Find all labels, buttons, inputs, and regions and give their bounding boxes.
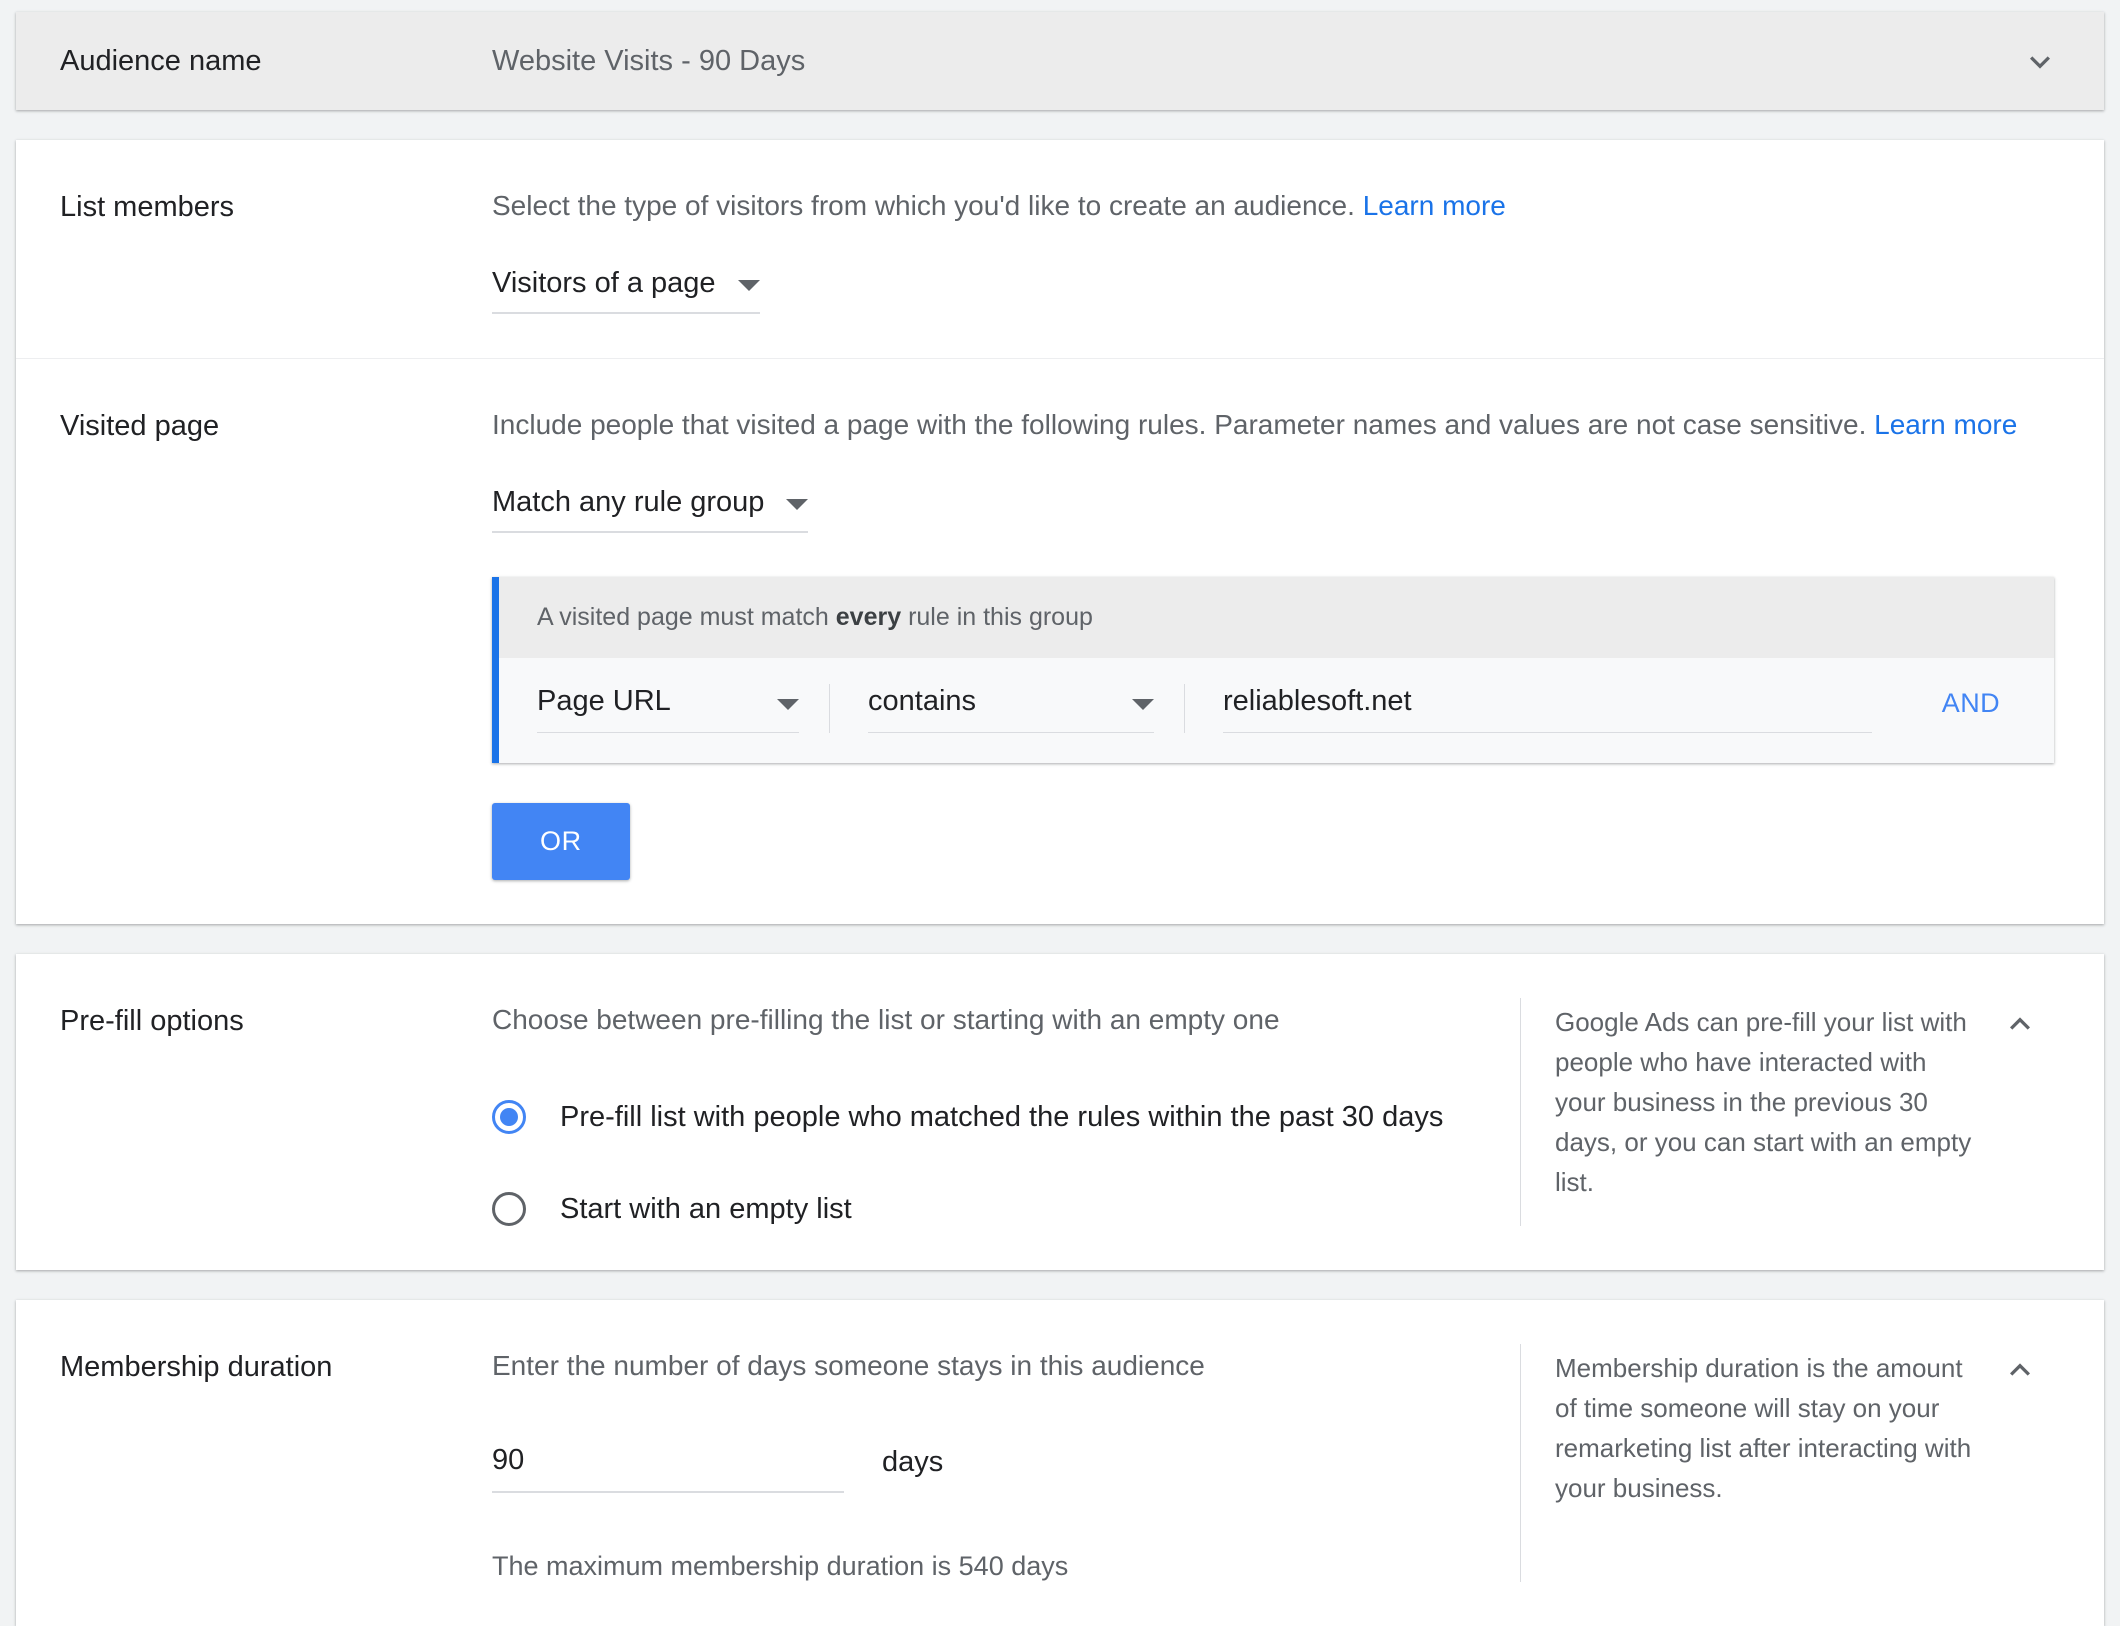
list-members-description: Select the type of visitors from which y… <box>492 184 2060 228</box>
membership-duration-field[interactable] <box>492 1444 844 1493</box>
prefill-option-prefill[interactable]: Pre-fill list with people who matched th… <box>492 1100 1480 1134</box>
chevron-down-icon[interactable] <box>2020 41 2060 81</box>
rule-group-header-prefix: A visited page must match <box>537 603 836 631</box>
list-members-description-text: Select the type of visitors from which y… <box>492 190 1355 221</box>
list-members-type-dropdown[interactable]: Visitors of a page <box>492 266 760 314</box>
visited-page-learn-more-link[interactable]: Learn more <box>1874 409 2017 440</box>
list-members-section: List members Select the type of visitors… <box>16 140 2104 358</box>
prefill-options-help-text: Google Ads can pre-fill your list with p… <box>1520 998 1980 1226</box>
prefill-options-description: Choose between pre-filling the list or s… <box>492 1004 1280 1035</box>
chevron-down-icon <box>777 699 799 710</box>
radio-unselected-icon <box>492 1192 526 1226</box>
list-members-body: Select the type of visitors from which y… <box>492 184 2060 314</box>
list-members-type-value: Visitors of a page <box>492 267 716 299</box>
chevron-up-icon <box>2000 1350 2040 1390</box>
membership-duration-unit: days <box>882 1446 944 1478</box>
rule-dimension-cell: Page URL <box>499 684 829 733</box>
visited-page-description-text: Include people that visited a page with … <box>492 409 1867 440</box>
membership-duration-help-text: Membership duration is the amount of tim… <box>1520 1344 1980 1582</box>
visited-page-label: Visited page <box>60 410 220 442</box>
rules-card: List members Select the type of visitors… <box>16 140 2104 924</box>
or-button[interactable]: OR <box>492 803 630 880</box>
membership-duration-card: Membership duration Enter the number of … <box>16 1300 2104 1626</box>
rule-group-header-emphasis: every <box>835 603 902 631</box>
chevron-down-icon <box>786 499 809 510</box>
audience-name-value: Website Visits - 90 Days <box>492 44 806 77</box>
rule-group-header-suffix: rule in this group <box>901 603 1093 631</box>
membership-duration-description: Enter the number of days someone stays i… <box>492 1350 1205 1381</box>
prefill-option-prefill-label: Pre-fill list with people who matched th… <box>560 1101 1444 1133</box>
visited-page-section: Visited page Include people that visited… <box>16 358 2104 924</box>
membership-duration-label: Membership duration <box>60 1351 333 1383</box>
rule-operator-dropdown[interactable]: contains <box>868 684 1154 733</box>
prefill-options-label: Pre-fill options <box>60 1005 244 1037</box>
membership-duration-section: Membership duration Enter the number of … <box>16 1300 2104 1626</box>
chevron-down-icon <box>1132 699 1154 710</box>
rule-group: A visited page must match every rule in … <box>492 577 2054 763</box>
membership-duration-input-row: days <box>492 1444 1480 1493</box>
prefill-option-empty[interactable]: Start with an empty list <box>492 1192 1480 1226</box>
visited-page-description: Include people that visited a page with … <box>492 403 2060 447</box>
visited-page-body: Include people that visited a page with … <box>492 403 2060 880</box>
prefill-options-body: Choose between pre-filling the list or s… <box>492 998 1520 1226</box>
prefill-options-card: Pre-fill options Choose between pre-fill… <box>16 954 2104 1270</box>
prefill-options-section: Pre-fill options Choose between pre-fill… <box>16 954 2104 1270</box>
rule-row: Page URL contains reliablesoft.net AND <box>499 658 2054 763</box>
rule-dimension-dropdown[interactable]: Page URL <box>537 684 799 733</box>
rule-value-text: reliablesoft.net <box>1223 685 1412 717</box>
rule-dimension-value: Page URL <box>537 685 671 717</box>
prefill-collapse-button[interactable] <box>1980 998 2060 1226</box>
rule-value-cell: reliablesoft.net <box>1184 684 1902 733</box>
match-mode-value: Match any rule group <box>492 486 765 518</box>
list-members-label: List members <box>60 191 235 223</box>
audience-editor-page: Audience name Website Visits - 90 Days L… <box>0 0 2120 1626</box>
membership-duration-max-note: The maximum membership duration is 540 d… <box>492 1551 1069 1581</box>
membership-duration-body: Enter the number of days someone stays i… <box>492 1344 1520 1582</box>
audience-name-card: Audience name Website Visits - 90 Days <box>16 12 2104 110</box>
add-and-condition-button[interactable]: AND <box>1902 688 2054 733</box>
membership-collapse-button[interactable] <box>1980 1344 2060 1582</box>
chevron-up-icon <box>2000 1004 2040 1044</box>
rule-value-input[interactable]: reliablesoft.net <box>1223 684 1872 733</box>
audience-name-row[interactable]: Audience name Website Visits - 90 Days <box>16 12 2104 110</box>
rule-operator-cell: contains <box>829 684 1184 733</box>
rule-group-header: A visited page must match every rule in … <box>499 577 2054 658</box>
match-mode-dropdown[interactable]: Match any rule group <box>492 485 809 533</box>
list-members-learn-more-link[interactable]: Learn more <box>1363 190 1506 221</box>
rule-operator-value: contains <box>868 685 977 717</box>
chevron-down-icon <box>737 280 760 291</box>
audience-name-label: Audience name <box>60 44 262 77</box>
prefill-option-empty-label: Start with an empty list <box>560 1193 852 1225</box>
radio-selected-icon <box>492 1100 526 1134</box>
membership-duration-input[interactable] <box>492 1444 844 1477</box>
